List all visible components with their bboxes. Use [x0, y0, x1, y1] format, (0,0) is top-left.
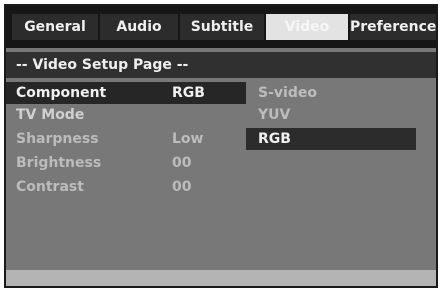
tab-video[interactable]: Video [266, 14, 348, 40]
tab-audio[interactable]: Audio [100, 14, 178, 40]
setting-row-component[interactable]: Component RGB [6, 82, 246, 104]
setting-row-contrast[interactable]: Contrast 00 [6, 176, 436, 198]
setting-value: RGB [172, 85, 205, 101]
setting-label: Component [16, 85, 107, 101]
setting-label: Brightness [16, 155, 102, 171]
option-rgb[interactable]: RGB [246, 128, 416, 150]
tab-subtitle[interactable]: Subtitle [180, 14, 264, 40]
page-title: -- Video Setup Page -- [6, 52, 436, 78]
setup-screen: General Audio Subtitle Video Preference … [4, 4, 438, 288]
status-bar [6, 270, 436, 286]
tab-bar: General Audio Subtitle Video Preference [6, 6, 436, 48]
option-s-video[interactable]: S-video [246, 82, 416, 104]
setting-label: TV Mode [16, 107, 85, 123]
option-yuv[interactable]: YUV [246, 104, 416, 126]
setting-value: 00 [172, 179, 192, 195]
tab-preference[interactable]: Preference [350, 14, 436, 40]
setting-label: Sharpness [16, 131, 99, 147]
setting-row-brightness[interactable]: Brightness 00 [6, 152, 436, 174]
tab-general[interactable]: General [12, 14, 98, 40]
setting-value: 00 [172, 155, 192, 171]
setting-label: Contrast [16, 179, 84, 195]
setting-value: Low [172, 131, 204, 147]
